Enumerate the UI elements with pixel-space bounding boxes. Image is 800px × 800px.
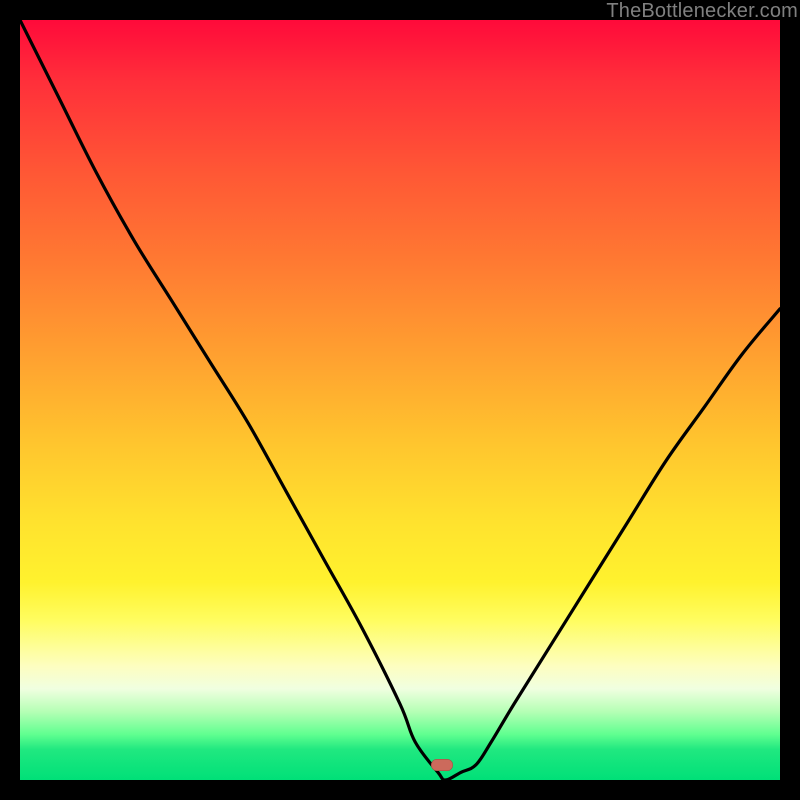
- plot-area: [20, 20, 780, 780]
- bottleneck-curve: [20, 20, 780, 780]
- curve-path: [20, 20, 780, 780]
- minimum-marker: [431, 759, 453, 771]
- chart-frame: TheBottlenecker.com: [0, 0, 800, 800]
